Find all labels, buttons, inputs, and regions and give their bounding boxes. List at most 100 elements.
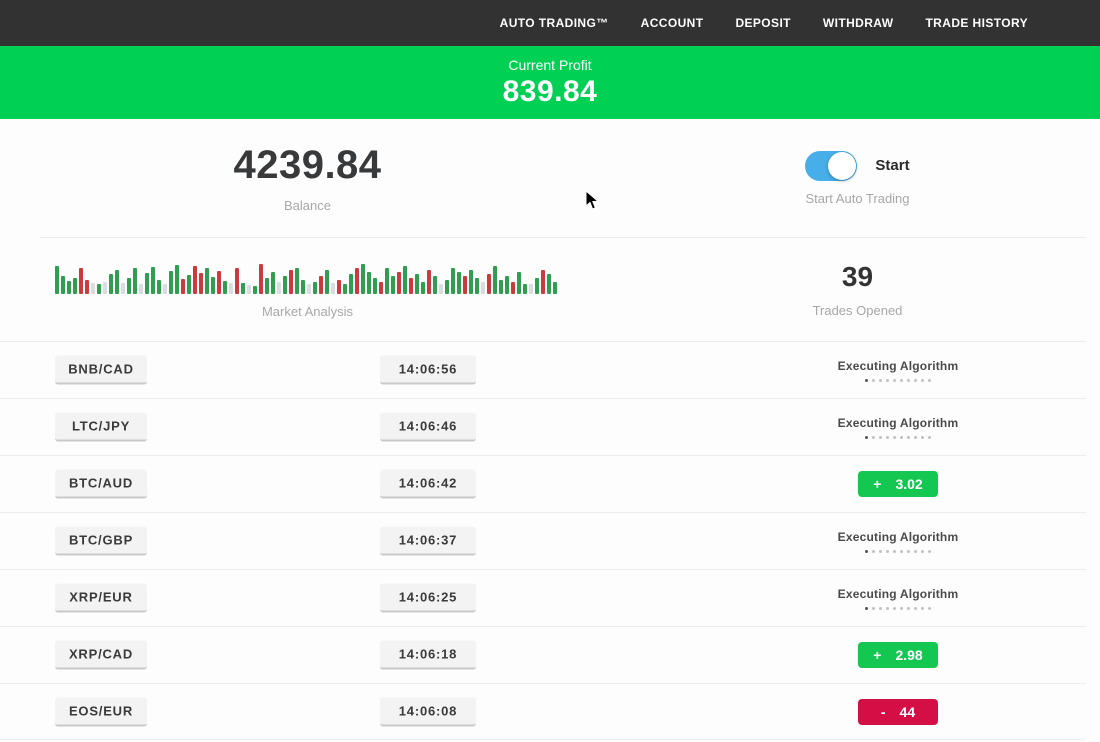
chart-bar <box>451 268 455 294</box>
chart-bar <box>175 265 179 294</box>
toggle-start-label: Start <box>875 157 909 174</box>
progress-dots <box>865 436 931 439</box>
market-analysis-chart <box>55 260 561 294</box>
nav-item-trade-history[interactable]: TRADE HISTORY <box>925 16 1028 30</box>
toggle-knob <box>828 152 856 180</box>
chart-bar <box>205 268 209 294</box>
trade-row: EOS/EUR 14:06:08 -44 <box>0 683 1086 740</box>
chart-bar <box>169 271 173 294</box>
chart-bar <box>193 266 197 294</box>
chart-bar <box>325 270 329 294</box>
trade-row: BTC/AUD 14:06:42 +3.02 <box>0 455 1086 512</box>
pair-chip[interactable]: BNB/CAD <box>55 356 147 385</box>
chart-bar <box>97 284 101 294</box>
trade-row: BTC/GBP 14:06:37 Executing Algorithm <box>0 512 1086 569</box>
executing-algorithm-label: Executing Algorithm <box>838 587 959 601</box>
chart-bar <box>145 273 149 294</box>
status-cell: Executing Algorithm <box>760 513 1036 569</box>
chart-bar <box>241 283 245 294</box>
chart-bar <box>319 276 323 294</box>
chart-bar <box>73 278 77 294</box>
pair-chip[interactable]: XRP/CAD <box>55 641 147 670</box>
chart-bar <box>289 270 293 294</box>
chart-bar <box>259 264 263 294</box>
chart-bar <box>187 275 191 294</box>
status-cell: Executing Algorithm <box>760 399 1036 455</box>
chart-bar <box>67 281 71 294</box>
chart-bar <box>133 268 137 294</box>
pair-chip[interactable]: EOS/EUR <box>55 697 147 726</box>
time-chip[interactable]: 14:06:25 <box>380 584 476 613</box>
status-cell: +3.02 <box>760 456 1036 512</box>
progress-dots <box>865 379 931 382</box>
chart-bar <box>373 278 377 294</box>
chart-bar <box>439 284 443 294</box>
chart-bar <box>493 266 497 294</box>
status-cell: -44 <box>760 684 1036 739</box>
chart-bar <box>487 274 491 294</box>
chart-bar <box>229 283 233 294</box>
chart-bar <box>553 282 557 294</box>
time-chip[interactable]: 14:06:46 <box>380 413 476 442</box>
time-chip[interactable]: 14:06:08 <box>380 697 476 726</box>
chart-bar <box>547 274 551 294</box>
loss-badge: -44 <box>858 699 938 725</box>
top-nav-bar: AUTO TRADING™ ACCOUNT DEPOSIT WITHDRAW TRADE… <box>0 0 1100 46</box>
chart-bar <box>535 278 539 294</box>
balance-toggle-row: 4239.84 Balance Start Start Auto Trading <box>0 119 1100 237</box>
status-cell: Executing Algorithm <box>760 342 1036 398</box>
time-chip[interactable]: 14:06:42 <box>380 470 476 499</box>
chart-bar <box>505 276 509 294</box>
chart-bar <box>301 280 305 294</box>
chart-bar <box>181 279 185 294</box>
nav-item-account[interactable]: ACCOUNT <box>641 16 704 30</box>
chart-bar <box>271 272 275 294</box>
chart-bar <box>367 272 371 294</box>
pair-chip[interactable]: LTC/JPY <box>55 413 147 442</box>
pair-chip[interactable]: XRP/EUR <box>55 584 147 613</box>
current-profit-value: 839.84 <box>503 75 598 109</box>
current-profit-label: Current Profit <box>508 57 591 73</box>
nav-item-deposit[interactable]: DEPOSIT <box>735 16 790 30</box>
nav-item-auto-trading[interactable]: AUTO TRADING™ <box>500 16 609 30</box>
chart-bar <box>379 282 383 294</box>
chart-bar <box>103 282 107 294</box>
time-chip[interactable]: 14:06:56 <box>380 356 476 385</box>
chart-bar <box>529 284 533 294</box>
pair-chip[interactable]: BTC/AUD <box>55 470 147 499</box>
profit-badge: +3.02 <box>858 471 938 497</box>
chart-bar <box>403 266 407 294</box>
market-analysis-label: Market Analysis <box>262 304 353 319</box>
trades-opened-label: Trades Opened <box>813 303 903 318</box>
chart-bar <box>283 276 287 294</box>
chart-bar <box>223 281 227 294</box>
market-analysis-row: Market Analysis 39 Trades Opened <box>0 238 1100 341</box>
time-chip[interactable]: 14:06:18 <box>380 641 476 670</box>
pair-chip[interactable]: BTC/GBP <box>55 527 147 556</box>
progress-dots <box>865 607 931 610</box>
chart-bar <box>499 280 503 294</box>
chart-bar <box>253 286 257 294</box>
chart-bar <box>217 271 221 294</box>
status-cell: Executing Algorithm <box>760 570 1036 626</box>
chart-bar <box>409 278 413 294</box>
balance-label: Balance <box>284 198 331 213</box>
chart-bar <box>307 284 311 294</box>
chart-bar <box>199 273 203 294</box>
status-cell: +2.98 <box>760 627 1036 683</box>
chart-bar <box>385 268 389 294</box>
chart-bar <box>523 284 527 294</box>
chart-bar <box>475 278 479 294</box>
chart-bar <box>91 283 95 294</box>
nav-item-withdraw[interactable]: WITHDRAW <box>823 16 894 30</box>
chart-bar <box>109 274 113 294</box>
executing-algorithm-label: Executing Algorithm <box>838 530 959 544</box>
chart-bar <box>121 283 125 294</box>
chart-bar <box>355 268 359 294</box>
chart-bar <box>349 274 353 294</box>
chart-bar <box>427 270 431 294</box>
time-chip[interactable]: 14:06:37 <box>380 527 476 556</box>
chart-bar <box>391 276 395 294</box>
chart-bar <box>343 284 347 294</box>
auto-trading-toggle[interactable] <box>805 151 857 181</box>
